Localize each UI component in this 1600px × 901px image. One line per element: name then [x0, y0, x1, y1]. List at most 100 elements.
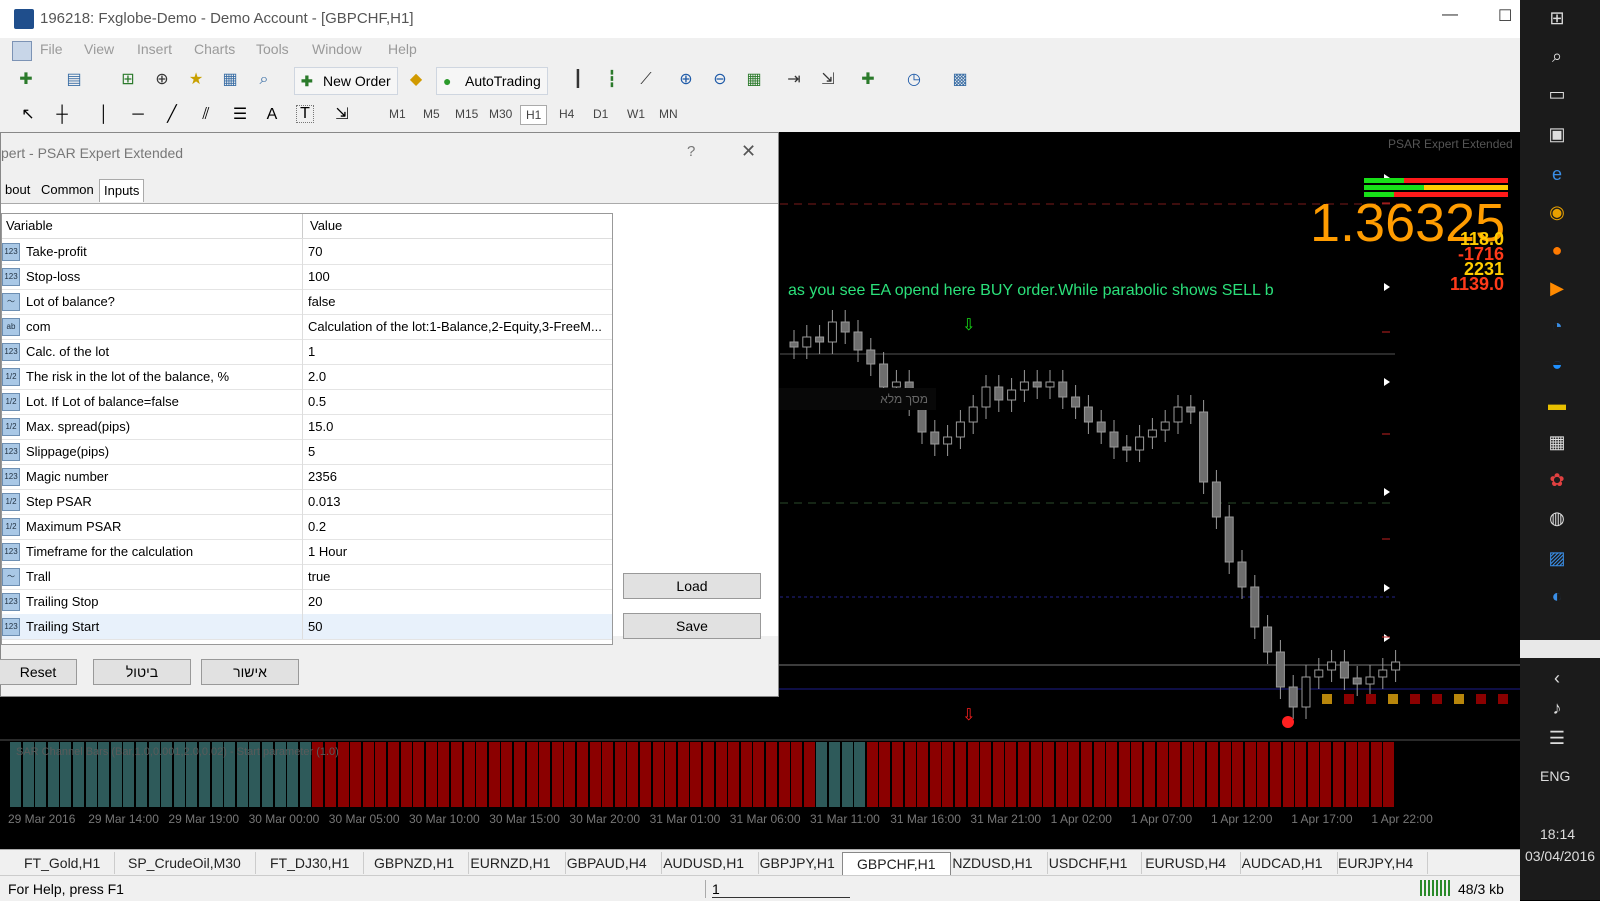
candlestick-icon[interactable]: ┇: [602, 70, 622, 90]
timeframe-m5[interactable]: M5: [418, 105, 445, 123]
tab-common[interactable]: Common: [37, 179, 98, 201]
symbol-tab[interactable]: GBPNZD,H1: [360, 852, 470, 874]
menu-window[interactable]: Window: [312, 41, 362, 57]
symbol-tab[interactable]: AUDUSD,H1: [649, 852, 760, 874]
chrome-icon[interactable]: ◉: [1542, 200, 1572, 224]
trendline-icon[interactable]: ╱: [162, 105, 182, 125]
param-value[interactable]: 20: [308, 594, 608, 609]
app-icon[interactable]: ◔: [1542, 314, 1572, 338]
crosshair-icon[interactable]: ┼: [52, 105, 72, 125]
autoscroll-icon[interactable]: ⇲: [818, 70, 838, 90]
media-player-icon[interactable]: ▶: [1542, 276, 1572, 300]
timeframe-m30[interactable]: M30: [484, 105, 517, 123]
strategy-tester-icon[interactable]: ⌕: [254, 70, 274, 90]
chevron-left-icon[interactable]: ‹: [1542, 666, 1572, 690]
calculator-icon[interactable]: ▦: [1542, 430, 1572, 454]
input-row[interactable]: 123 Take-profit 70: [2, 239, 612, 265]
bird-app-icon[interactable]: ◒: [1542, 352, 1572, 376]
menu-view[interactable]: View: [84, 41, 114, 57]
taskbar-scroll[interactable]: [1520, 640, 1600, 658]
ok-button[interactable]: אישור: [201, 659, 299, 685]
reset-button[interactable]: Reset: [0, 659, 77, 685]
new-order-button[interactable]: ✚ New Order: [294, 67, 398, 95]
tab-inputs[interactable]: Inputs: [99, 179, 145, 202]
chart-shift-icon[interactable]: ⇥: [784, 70, 804, 90]
timeframe-m15[interactable]: M15: [450, 105, 483, 123]
globe-icon[interactable]: ◐: [1542, 584, 1572, 608]
metatrader-icon[interactable]: ▨: [1542, 546, 1572, 570]
help-button[interactable]: ?: [687, 143, 695, 160]
menu-file[interactable]: File: [40, 41, 63, 57]
bar-chart-icon[interactable]: ┃: [568, 70, 588, 90]
input-row[interactable]: 123 Trailing Start 50: [2, 614, 612, 640]
volume-icon[interactable]: ♪: [1542, 696, 1572, 720]
edge-icon[interactable]: e: [1542, 162, 1572, 186]
param-value[interactable]: false: [308, 294, 608, 309]
input-row[interactable]: 〜 Trall true: [2, 564, 612, 590]
input-row[interactable]: 1/2 Max. spread(pips) 15.0: [2, 414, 612, 440]
timeframe-w1[interactable]: W1: [622, 105, 650, 123]
doc-menu-icon[interactable]: [12, 41, 32, 61]
task-view-icon[interactable]: ▭: [1542, 82, 1572, 106]
store-icon[interactable]: ▣: [1542, 122, 1572, 146]
firefox-icon[interactable]: ●: [1542, 238, 1572, 262]
horizontal-line-icon[interactable]: ─: [128, 105, 148, 125]
minimize-button[interactable]: —: [1442, 6, 1458, 24]
terminal-icon[interactable]: ▦: [220, 70, 240, 90]
symbol-tab[interactable]: FT_Gold,H1: [10, 852, 116, 874]
language-indicator[interactable]: ENG: [1540, 768, 1570, 784]
symbol-tab[interactable]: GBPJPY,H1: [746, 852, 850, 874]
clock-time[interactable]: 18:14: [1540, 826, 1575, 842]
arrows-icon[interactable]: ⇲: [332, 105, 352, 125]
param-value[interactable]: 0.2: [308, 519, 608, 534]
timeframe-h1[interactable]: H1: [520, 105, 548, 125]
input-row[interactable]: 123 Stop-loss 100: [2, 264, 612, 290]
search-icon[interactable]: ⌕: [1542, 44, 1572, 68]
param-value[interactable]: 50: [308, 619, 608, 634]
symbol-tab[interactable]: GBPAUD,H4: [553, 852, 662, 874]
text-label-icon[interactable]: T: [296, 105, 314, 123]
timeframe-d1[interactable]: D1: [588, 105, 613, 123]
new-chart-icon[interactable]: ✚: [16, 70, 36, 90]
symbol-tab[interactable]: EURNZD,H1: [456, 852, 566, 874]
zoom-out-icon[interactable]: ⊖: [710, 70, 730, 90]
input-row[interactable]: 123 Trailing Stop 20: [2, 589, 612, 615]
input-row[interactable]: 〜 Lot of balance? false: [2, 289, 612, 315]
menu-help[interactable]: Help: [388, 41, 417, 57]
templates-icon[interactable]: ▩: [950, 70, 970, 90]
param-value[interactable]: true: [308, 569, 608, 584]
timeframe-m1[interactable]: M1: [384, 105, 411, 123]
param-value[interactable]: 2.0: [308, 369, 608, 384]
param-value[interactable]: 5: [308, 444, 608, 459]
load-button[interactable]: Load: [623, 573, 761, 599]
param-value[interactable]: 1: [308, 344, 608, 359]
symbol-tab[interactable]: GBPCHF,H1: [842, 852, 951, 875]
param-value[interactable]: 70: [308, 244, 608, 259]
symbol-tab[interactable]: EURJPY,H4: [1324, 852, 1429, 874]
param-value[interactable]: 2356: [308, 469, 608, 484]
input-row[interactable]: 123 Magic number 2356: [2, 464, 612, 490]
tile-windows-icon[interactable]: ▦: [744, 70, 764, 90]
symbol-tab[interactable]: AUDCAD,H1: [1228, 852, 1338, 874]
menu-charts[interactable]: Charts: [194, 41, 235, 57]
line-chart-icon[interactable]: ⟋: [636, 70, 656, 90]
windows-start-icon[interactable]: ⊞: [1542, 6, 1572, 30]
profiles-icon[interactable]: ▤: [64, 70, 84, 90]
input-row[interactable]: 123 Timeframe for the calculation 1 Hour: [2, 539, 612, 565]
param-value[interactable]: Calculation of the lot:1-Balance,2-Equit…: [308, 319, 608, 334]
fibonacci-icon[interactable]: ☰: [230, 105, 250, 125]
market-watch-icon[interactable]: ⊞: [118, 70, 138, 90]
input-row[interactable]: 1/2 Maximum PSAR 0.2: [2, 514, 612, 540]
file-explorer-icon[interactable]: ▬: [1542, 392, 1572, 416]
input-row[interactable]: 123 Slippage(pips) 5: [2, 439, 612, 465]
param-value[interactable]: 1 Hour: [308, 544, 608, 559]
periods-icon[interactable]: ◷: [904, 70, 924, 90]
timeframe-h4[interactable]: H4: [554, 105, 579, 123]
symbol-tab[interactable]: FT_DJ30,H1: [256, 852, 365, 874]
data-window-icon[interactable]: ⊕: [152, 70, 172, 90]
close-button[interactable]: ✕: [741, 141, 756, 162]
equidistant-channel-icon[interactable]: ⫽: [196, 105, 216, 125]
menu-insert[interactable]: Insert: [137, 41, 172, 57]
menu-tools[interactable]: Tools: [256, 41, 289, 57]
symbol-tab[interactable]: NZDUSD,H1: [938, 852, 1048, 874]
